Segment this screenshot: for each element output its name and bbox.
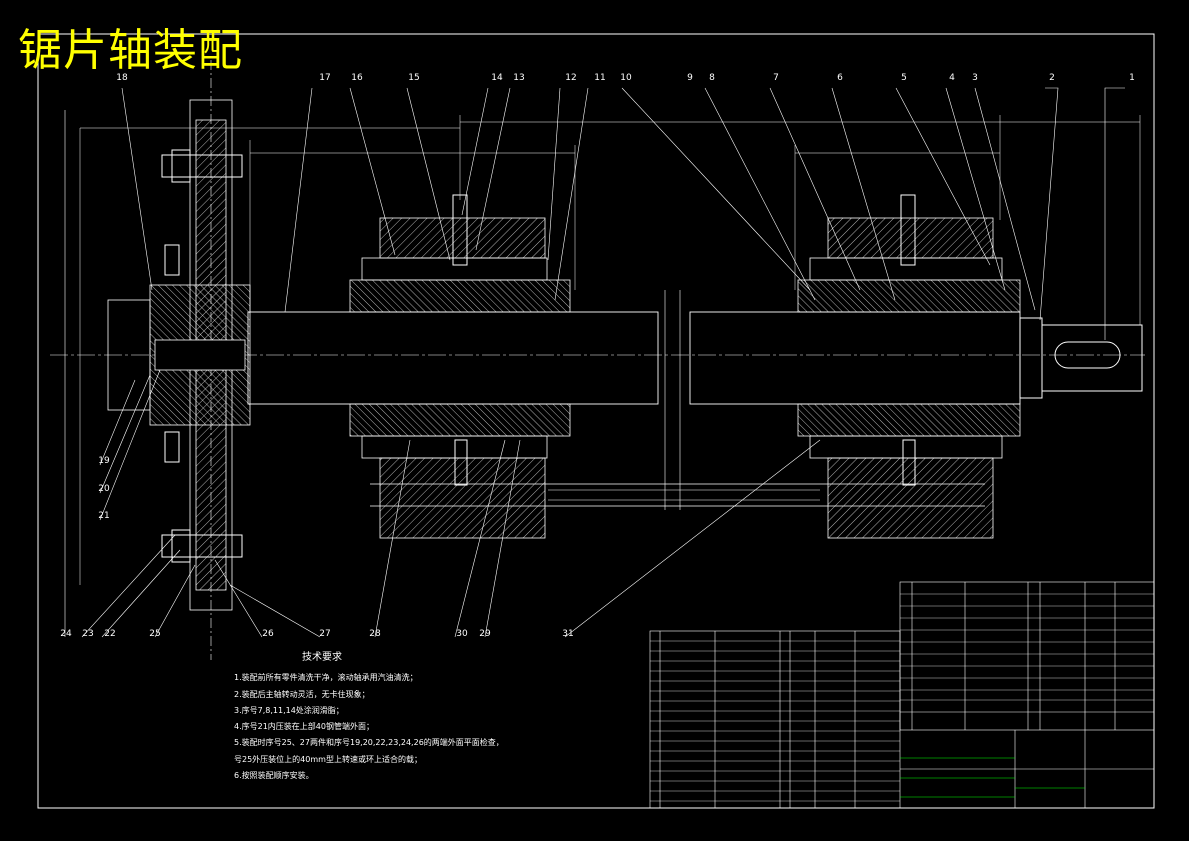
part-balloon-14: 14: [491, 73, 503, 83]
tech-requirement-item: 5.装配时序号25、27两件和序号19,20,22,23,24,26的两端外面平…: [234, 738, 504, 747]
right-bearing-housing: [797, 194, 1021, 539]
part-balloon-26: 26: [262, 629, 274, 639]
part-balloon-12: 12: [565, 73, 576, 83]
part-balloon-21: 21: [98, 511, 109, 521]
part-balloon-6: 6: [837, 73, 843, 83]
tech-requirement-item: 6.按照装配顺序安装。: [234, 771, 314, 780]
part-balloon-25: 25: [149, 629, 160, 639]
part-balloon-9: 9: [687, 73, 693, 83]
parts-list: [649, 581, 1155, 809]
part-balloon-31: 31: [562, 629, 573, 639]
part-balloon-2: 2: [1049, 73, 1055, 83]
part-balloon-19: 19: [98, 456, 110, 466]
title-block-green: [900, 757, 1085, 798]
tech-requirement-item: 1.装配前所有零件清洗干净，滚动轴承用汽油清洗；: [234, 673, 418, 682]
part-balloon-29: 29: [479, 629, 491, 639]
part-balloon-23: 23: [82, 629, 93, 639]
part-balloon-8: 8: [709, 73, 715, 83]
part-balloon-20: 20: [98, 484, 110, 494]
tech-requirement-item: 2.装配后主轴转动灵活，无卡住现象；: [234, 690, 370, 699]
part-balloon-15: 15: [408, 73, 419, 83]
part-balloon-5: 5: [901, 73, 907, 83]
drawing-title: 锯片轴装配: [18, 25, 243, 76]
part-balloon-11: 11: [594, 73, 605, 83]
tech-requirement-item: 号25外压装位上的40mm型上转速或环上适合的载；: [234, 755, 422, 764]
assembly-drawing: 123456789101112131415161718192021222324 2…: [37, 33, 1155, 809]
part-balloon-28: 28: [369, 629, 381, 639]
part-balloon-16: 16: [351, 73, 363, 83]
part-balloon-7: 7: [773, 73, 779, 83]
part-balloon-3: 3: [972, 73, 978, 83]
part-balloon-13: 13: [513, 73, 524, 83]
part-balloon-22: 22: [104, 629, 115, 639]
left-bearing-housing: [349, 194, 571, 539]
parts-list-rows: [650, 593, 1154, 802]
part-balloon-4: 4: [949, 73, 955, 83]
part-balloon-30: 30: [456, 629, 468, 639]
part-balloon-1: 1: [1129, 73, 1135, 83]
part-balloon-24: 24: [60, 629, 72, 639]
part-balloon-17: 17: [319, 73, 330, 83]
tech-requirement-item: 3.序号7,8,11,14处涂润滑脂；: [234, 706, 344, 715]
part-balloon-10: 10: [620, 73, 632, 83]
tech-requirements-heading: 技术要求: [302, 652, 342, 663]
saw-flange-group: [107, 60, 251, 660]
tech-requirement-item: 4.序号21内压装在上部40钢管端外面；: [234, 722, 374, 731]
part-balloon-27: 27: [319, 629, 330, 639]
